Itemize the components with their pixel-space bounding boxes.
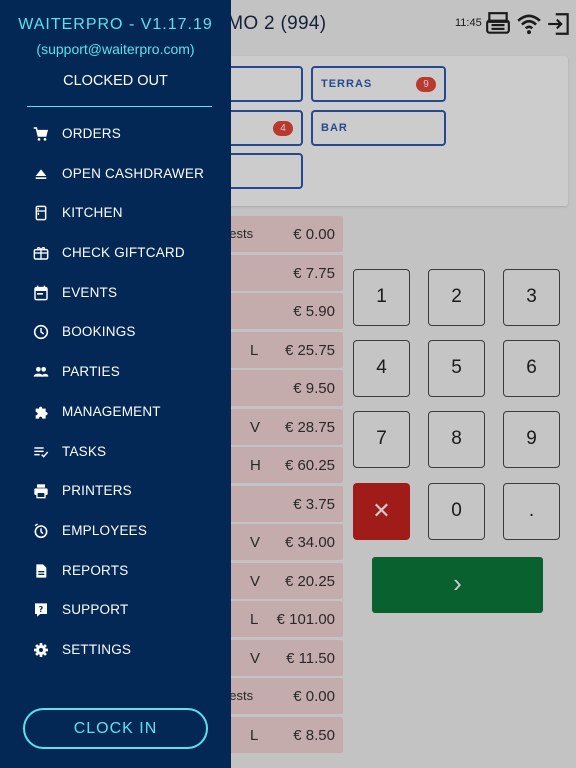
menu-label: TASKS (62, 444, 107, 459)
cart-icon (33, 126, 49, 142)
giftcard-icon (33, 245, 49, 261)
clock-status: CLOCKED OUT (63, 73, 168, 89)
menu-item-tasks[interactable]: TASKS (0, 433, 231, 471)
menu-item-parties[interactable]: PARTIES (0, 353, 231, 391)
menu-label: OPEN CASHDRAWER (62, 166, 205, 181)
menu-item-printers[interactable]: PRINTERS (0, 472, 231, 510)
gear-icon (33, 642, 49, 658)
drawer-divider (27, 106, 212, 107)
menu-label: REPORTS (62, 563, 129, 578)
support-email[interactable]: (support@waiterpro.com) (0, 41, 231, 57)
calendar-icon (33, 285, 49, 301)
menu-label: CHECK GIFTCARD (62, 245, 185, 260)
clock-icon (33, 324, 49, 340)
menu-item-support[interactable]: ? SUPPORT (0, 591, 231, 629)
menu-label: MANAGEMENT (62, 404, 161, 419)
svg-text:?: ? (39, 605, 44, 614)
menu-item-check-giftcard[interactable]: CHECK GIFTCARD (0, 234, 231, 272)
checklist-icon (33, 444, 49, 460)
kitchen-icon (33, 205, 49, 221)
puzzle-icon (33, 404, 49, 420)
menu-label: SETTINGS (62, 642, 132, 657)
menu-label: EMPLOYEES (62, 523, 148, 538)
menu-item-kitchen[interactable]: KITCHEN (0, 194, 231, 232)
side-drawer: WAITERPRO - V1.17.19 (support@waiterpro.… (0, 0, 231, 768)
menu-label: SUPPORT (62, 602, 129, 617)
timer-icon (33, 523, 49, 539)
help-icon: ? (33, 602, 49, 618)
printer-icon (33, 483, 49, 499)
menu-label: BOOKINGS (62, 324, 136, 339)
menu-item-reports[interactable]: REPORTS (0, 552, 231, 590)
menu-item-management[interactable]: MANAGEMENT (0, 393, 231, 431)
people-icon (33, 364, 49, 380)
clock-in-button[interactable]: CLOCK IN (23, 708, 208, 749)
menu-item-bookings[interactable]: BOOKINGS (0, 313, 231, 351)
menu-label: EVENTS (62, 285, 118, 300)
eject-icon (33, 166, 49, 182)
app-version: WAITERPRO - V1.17.19 (18, 16, 213, 33)
menu-item-settings[interactable]: SETTINGS (0, 631, 231, 669)
menu-label: KITCHEN (62, 205, 123, 220)
menu-label: PRINTERS (62, 483, 132, 498)
menu-item-open-cashdrawer[interactable]: OPEN CASHDRAWER (0, 155, 231, 193)
menu-item-orders[interactable]: ORDERS (0, 115, 231, 153)
menu-item-employees[interactable]: EMPLOYEES (0, 512, 231, 550)
menu-item-events[interactable]: EVENTS (0, 274, 231, 312)
document-icon (33, 563, 49, 579)
menu-label: ORDERS (62, 126, 121, 141)
menu-label: PARTIES (62, 364, 120, 379)
